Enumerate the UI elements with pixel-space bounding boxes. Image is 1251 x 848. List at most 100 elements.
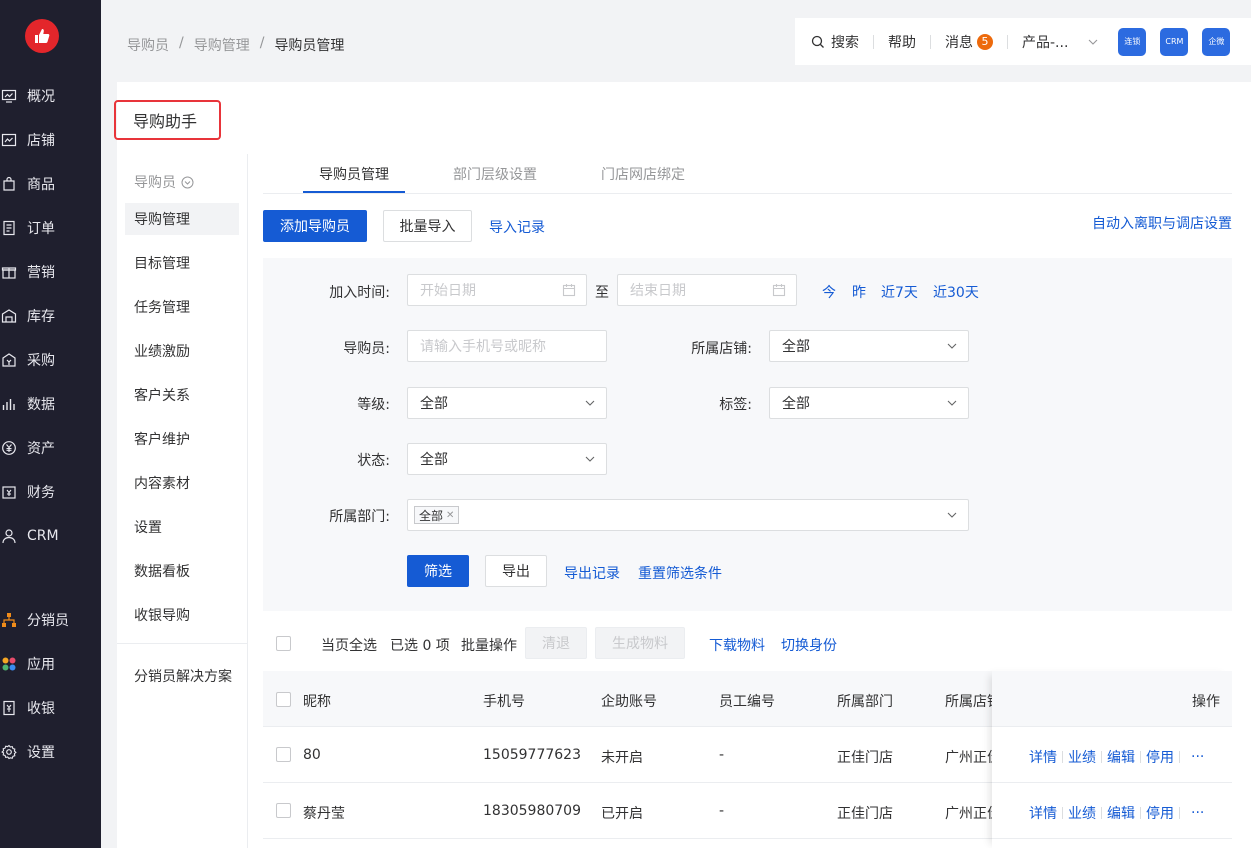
detail-link[interactable]: 详情 bbox=[1029, 747, 1057, 767]
tab-store-binding[interactable]: 门店网店绑定 bbox=[601, 154, 685, 194]
row-actions: 详情 业绩 编辑 停用 ··· bbox=[1029, 803, 1204, 823]
performance-link[interactable]: 业绩 bbox=[1068, 747, 1096, 767]
subnav-item-cashier-guide[interactable]: 收银导购 bbox=[125, 599, 239, 631]
divider bbox=[1007, 34, 1008, 49]
export-records-link[interactable]: 导出记录 bbox=[564, 563, 620, 583]
nav-item-assets[interactable]: 资产 bbox=[0, 434, 101, 462]
cell-account: 已开启 bbox=[601, 806, 643, 822]
status-select[interactable]: 全部 bbox=[407, 443, 607, 475]
active-tab-indicator bbox=[303, 191, 405, 193]
nav-item-goods[interactable]: 商品 bbox=[0, 170, 101, 198]
breadcrumb-item[interactable]: 导购员 bbox=[127, 35, 169, 55]
subnav-item-guide-management[interactable]: 导购管理 bbox=[125, 203, 239, 235]
subnav-item-task[interactable]: 任务管理 bbox=[125, 291, 239, 323]
nav-item-data[interactable]: 数据 bbox=[0, 390, 101, 418]
cell-store: 广州正佳 bbox=[945, 750, 992, 766]
start-date-input[interactable]: 开始日期 bbox=[407, 274, 587, 306]
store-select[interactable]: 全部 bbox=[769, 330, 969, 362]
filter-button[interactable]: 筛选 bbox=[407, 555, 469, 587]
cell-department: 正佳门店 bbox=[837, 806, 893, 822]
crm-app-icon[interactable]: CRM bbox=[1160, 27, 1189, 56]
auto-settings-link[interactable]: 自动入离职与调店设置 bbox=[1092, 213, 1232, 233]
batch-import-button[interactable]: 批量导入 bbox=[383, 210, 472, 242]
nav-item-crm[interactable]: CRM bbox=[0, 522, 101, 550]
add-guide-button[interactable]: 添加导购员 bbox=[263, 210, 367, 242]
edit-link[interactable]: 编辑 bbox=[1107, 747, 1135, 767]
nav-item-finance[interactable]: 财务 bbox=[0, 478, 101, 506]
end-date-input[interactable]: 结束日期 bbox=[617, 274, 797, 306]
divider bbox=[873, 34, 874, 49]
select-all-checkbox[interactable] bbox=[276, 636, 291, 651]
nav-item-overview[interactable]: 概况 bbox=[0, 82, 101, 110]
switch-role-link[interactable]: 切换身份 bbox=[781, 635, 837, 655]
breadcrumb-item[interactable]: 导购管理 bbox=[194, 35, 250, 55]
main-sidebar: 概况 店铺 商品 订单 营销 库存 采购 数据 资产 财务 CRM 分销员 应用… bbox=[0, 0, 101, 848]
download-material-link[interactable]: 下载物料 bbox=[709, 635, 765, 655]
tag-select[interactable]: 全部 bbox=[769, 387, 969, 419]
guide-label: 导购员: bbox=[343, 341, 390, 357]
subnav-item-customer-relation[interactable]: 客户关系 bbox=[125, 379, 239, 411]
close-icon[interactable]: ✕ bbox=[446, 510, 454, 521]
subnav-group-label: 导购员 bbox=[134, 175, 176, 191]
nav-item-purchase[interactable]: 采购 bbox=[0, 346, 101, 374]
detail-link[interactable]: 详情 bbox=[1029, 803, 1057, 823]
row-checkbox[interactable] bbox=[276, 747, 291, 762]
subnav-item-incentive[interactable]: 业绩激励 bbox=[125, 335, 239, 367]
nav-label: 订单 bbox=[27, 221, 55, 237]
nav-item-marketing[interactable]: 营销 bbox=[0, 258, 101, 286]
department-select[interactable]: 全部 ✕ bbox=[407, 499, 969, 531]
subnav-group-header[interactable]: 导购员 bbox=[134, 172, 194, 192]
tab-guide-management[interactable]: 导购员管理 bbox=[319, 154, 389, 194]
nav-item-inventory[interactable]: 库存 bbox=[0, 302, 101, 330]
purchase-icon bbox=[0, 351, 18, 369]
generate-material-button[interactable]: 生成物料 bbox=[595, 627, 685, 659]
top-toolbar: 搜索 帮助 消息 5 产品-... 连锁 CRM 企微 bbox=[795, 18, 1251, 65]
selected-count: 已选 0 项 bbox=[390, 638, 450, 654]
nav-label: 数据 bbox=[27, 397, 55, 413]
performance-link[interactable]: 业绩 bbox=[1068, 803, 1096, 823]
nav-item-orders[interactable]: 订单 bbox=[0, 214, 101, 242]
cell-nickname: 蔡丹莹 bbox=[303, 806, 345, 822]
quick-today-link[interactable]: 今 bbox=[822, 282, 836, 302]
search-button[interactable]: 搜索 bbox=[811, 32, 859, 52]
level-select[interactable]: 全部 bbox=[407, 387, 607, 419]
export-button[interactable]: 导出 bbox=[485, 555, 547, 587]
subnav-item-settings[interactable]: 设置 bbox=[125, 511, 239, 543]
resign-button[interactable]: 清退 bbox=[525, 627, 587, 659]
guide-search-input[interactable]: 请输入手机号或昵称 bbox=[407, 330, 607, 362]
disable-link[interactable]: 停用 bbox=[1146, 747, 1174, 767]
import-records-link[interactable]: 导入记录 bbox=[489, 217, 545, 237]
subnav-item-customer-care[interactable]: 客户维护 bbox=[125, 423, 239, 455]
more-icon[interactable]: ··· bbox=[1191, 749, 1204, 765]
nav-item-cashier[interactable]: 收银 bbox=[0, 694, 101, 722]
header-checkbox[interactable] bbox=[276, 692, 291, 707]
nav-item-apps[interactable]: 应用 bbox=[0, 650, 101, 678]
chain-app-icon[interactable]: 连锁 bbox=[1118, 27, 1147, 56]
more-icon[interactable]: ··· bbox=[1191, 805, 1204, 821]
edit-link[interactable]: 编辑 bbox=[1107, 803, 1135, 823]
level-label: 等级: bbox=[357, 397, 390, 413]
disable-link[interactable]: 停用 bbox=[1146, 803, 1174, 823]
wecom-app-icon[interactable]: 企微 bbox=[1202, 27, 1231, 56]
help-button[interactable]: 帮助 bbox=[888, 32, 916, 52]
product-switcher[interactable]: 产品-... bbox=[1022, 32, 1098, 52]
subnav-item-target[interactable]: 目标管理 bbox=[125, 247, 239, 279]
tab-department-levels[interactable]: 部门层级设置 bbox=[453, 154, 537, 194]
logo[interactable] bbox=[25, 19, 59, 53]
chevron-down-icon bbox=[585, 456, 595, 462]
quick-30days-link[interactable]: 近30天 bbox=[933, 282, 979, 302]
reset-filters-link[interactable]: 重置筛选条件 bbox=[638, 563, 722, 583]
messages-button[interactable]: 消息 5 bbox=[945, 32, 993, 52]
cell-store: 广州正佳 bbox=[945, 806, 992, 822]
row-checkbox[interactable] bbox=[276, 803, 291, 818]
nav-item-settings[interactable]: 设置 bbox=[0, 738, 101, 766]
subnav-item-distributor-solution[interactable]: 分销员解决方案 bbox=[125, 660, 239, 692]
gear-icon bbox=[0, 743, 18, 761]
quick-yesterday-link[interactable]: 昨 bbox=[852, 282, 866, 302]
nav-item-distributor[interactable]: 分销员 bbox=[0, 606, 101, 634]
subnav-item-dashboard[interactable]: 数据看板 bbox=[125, 555, 239, 587]
breadcrumb: 导购员 / 导购管理 / 导购员管理 bbox=[127, 35, 344, 55]
nav-item-store[interactable]: 店铺 bbox=[0, 126, 101, 154]
subnav-item-content[interactable]: 内容素材 bbox=[125, 467, 239, 499]
quick-7days-link[interactable]: 近7天 bbox=[881, 282, 918, 302]
